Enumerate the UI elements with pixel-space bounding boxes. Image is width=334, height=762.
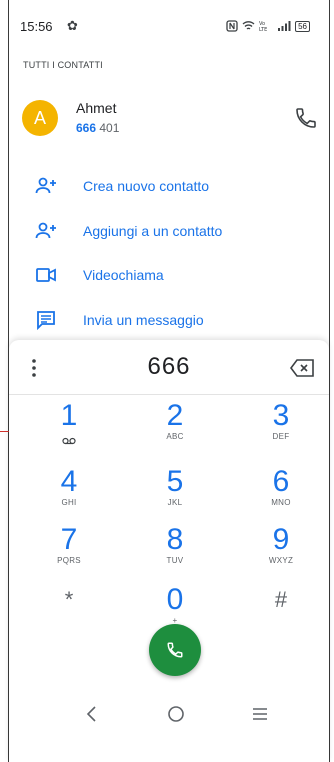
phone-icon[interactable]: [294, 106, 318, 130]
add-person-icon: [35, 177, 56, 194]
signal-icon: [278, 21, 291, 31]
key-7[interactable]: 7 PQRS: [29, 524, 109, 588]
phone-icon: [167, 642, 183, 658]
key-letters: JKL: [167, 498, 183, 507]
status-bar: 15:56 ✿ Vo LTE 56: [20, 14, 320, 38]
svg-text:LTE: LTE: [259, 27, 267, 32]
send-message-action[interactable]: Invia un messaggio: [34, 298, 314, 343]
add-to-contact-action[interactable]: Aggiungi a un contatto: [34, 209, 314, 254]
contact-suggestion[interactable]: A Ahmet 666 401: [22, 100, 318, 140]
battery-icon: 56: [295, 20, 310, 32]
key-letters: PQRS: [57, 556, 81, 565]
send-message-label: Invia un messaggio: [83, 311, 204, 328]
key-digit: 7: [60, 523, 78, 556]
key-9[interactable]: 9 WXYZ: [241, 524, 321, 588]
contact-number-rest: 401: [96, 121, 120, 135]
key-letters: WXYZ: [268, 556, 294, 565]
add-person-icon: [35, 222, 56, 238]
create-contact-action[interactable]: Crea nuovo contatto: [34, 164, 314, 209]
key-letters: DEF: [272, 432, 290, 441]
key-8[interactable]: 8 TUV: [135, 524, 215, 588]
contact-number: 666 401: [76, 121, 119, 135]
lte-icon: VoLTE: [259, 21, 267, 32]
call-button[interactable]: [149, 624, 201, 676]
key-digit: 9: [272, 523, 290, 556]
key-4[interactable]: 4 GHI: [29, 466, 109, 530]
key-digit: *: [64, 587, 74, 612]
key-letters: GHI: [61, 498, 77, 507]
digits-display: 666: [9, 340, 329, 395]
key-letters: MNO: [271, 498, 291, 507]
key-digit: #: [274, 587, 288, 612]
key-2[interactable]: 2 ABC: [135, 400, 215, 464]
key-5[interactable]: 5 JKL: [135, 466, 215, 530]
key-digit: 2: [166, 399, 184, 432]
key-digit: 3: [272, 399, 290, 432]
key-digit: 5: [166, 465, 184, 498]
key-letters: TUV: [166, 556, 184, 565]
contact-name: Ahmet: [76, 100, 117, 116]
system-nav-bar: [40, 698, 300, 728]
key-hash[interactable]: #: [241, 584, 321, 648]
key-3[interactable]: 3 DEF: [241, 400, 321, 464]
avatar: A: [22, 100, 58, 136]
wifi-icon: [242, 21, 255, 30]
section-header: TUTTI I CONTATTI: [23, 60, 103, 70]
key-digit: 4: [60, 465, 78, 498]
contact-number-match: 666: [76, 121, 97, 135]
key-6[interactable]: 6 MNO: [241, 466, 321, 530]
message-icon: [37, 310, 55, 330]
key-star[interactable]: *: [29, 584, 109, 648]
back-icon[interactable]: [80, 702, 104, 726]
video-call-label: Videochiama: [83, 267, 164, 284]
key-digit: 1: [60, 399, 78, 432]
create-contact-label: Crea nuovo contatto: [83, 178, 210, 195]
status-indicators: Vo LTE 56: [226, 20, 310, 32]
entered-number[interactable]: 666: [9, 353, 329, 381]
suggestion-actions: Crea nuovo contatto Aggiungi a un contat…: [34, 164, 314, 342]
status-time: 15:56: [20, 19, 53, 34]
video-call-action[interactable]: Videochiama: [34, 253, 314, 298]
key-1[interactable]: 1: [29, 400, 109, 464]
key-digit: 6: [272, 465, 290, 498]
nfc-icon: [226, 20, 238, 32]
video-icon: [36, 268, 56, 283]
recents-menu-icon[interactable]: [248, 702, 272, 726]
add-to-contact-label: Aggiungi a un contatto: [83, 222, 223, 239]
key-digit: 0: [166, 583, 184, 616]
voicemail-icon: [62, 437, 76, 445]
home-icon[interactable]: [164, 702, 188, 726]
backspace-icon[interactable]: [289, 358, 315, 378]
gear-icon: ✿: [67, 18, 78, 33]
key-digit: 8: [166, 523, 184, 556]
key-letters: ABC: [166, 432, 184, 441]
